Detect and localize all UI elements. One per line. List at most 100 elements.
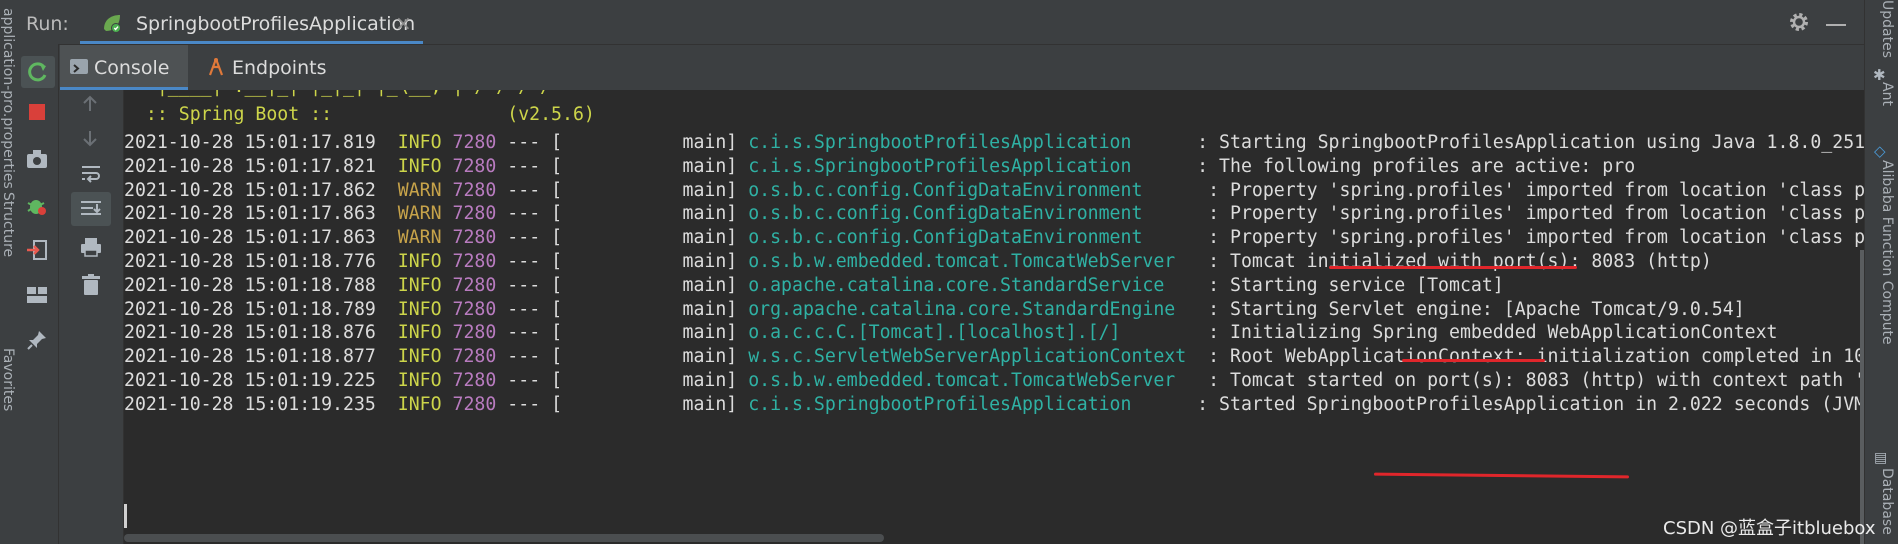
rerun-icon[interactable] xyxy=(21,56,55,88)
log-logger: w.s.c.ServletWebServerApplicationContext xyxy=(748,346,1198,368)
log-level: INFO xyxy=(397,298,442,320)
log-timestamp: 2021-10-28 15:01:19.235 xyxy=(124,393,376,415)
log-thread: --- [ main] xyxy=(507,274,738,296)
log-level: INFO xyxy=(397,274,442,296)
alibaba-icon: ◇ xyxy=(1874,142,1886,160)
horizontal-scrollbar[interactable] xyxy=(124,534,884,542)
database-icon: ▤ xyxy=(1874,450,1888,466)
log-level: INFO xyxy=(397,393,442,415)
log-thread: --- [ main] xyxy=(507,393,738,415)
log-pid: 7280 xyxy=(452,274,497,296)
log-level: INFO xyxy=(397,155,442,177)
log-message: : Starting SpringbootProfilesApplication… xyxy=(1197,132,1864,153)
log-pid: 7280 xyxy=(452,251,497,272)
log-thread: --- [ main] xyxy=(507,346,738,368)
log-message: : Root WebApplicationContext: initializa… xyxy=(1208,346,1864,368)
log-timestamp: 2021-10-28 15:01:17.862 xyxy=(124,179,376,201)
log-thread: --- [ main] xyxy=(507,370,738,391)
tab-console-label: Console xyxy=(94,57,170,79)
banner-partial: |____| .__|_| |_|_| |_\__, | / / / / xyxy=(124,90,551,104)
tab-endpoints-label: Endpoints xyxy=(232,57,327,79)
soft-wrap-icon[interactable] xyxy=(79,162,103,188)
right-strip-updates[interactable]: Updates xyxy=(1879,0,1895,58)
log-message: : Started SpringbootProfilesApplication … xyxy=(1197,393,1864,415)
log-timestamp: 2021-10-28 15:01:18.776 xyxy=(124,251,376,272)
log-pid: 7280 xyxy=(452,155,497,177)
text-caret xyxy=(124,504,127,528)
log-logger: o.s.b.c.config.ConfigDataEnvironment xyxy=(748,179,1198,201)
log-pid: 7280 xyxy=(452,346,497,368)
log-message: : Property 'spring.profiles' imported fr… xyxy=(1208,179,1864,201)
spring-boot-icon xyxy=(100,11,124,35)
console-output[interactable]: |____| .__|_| |_|_| |_\__, | / / / / :: … xyxy=(124,90,1864,544)
log-timestamp: 2021-10-28 15:01:17.821 xyxy=(124,155,376,177)
run-label: Run: xyxy=(26,13,69,35)
log-level: INFO xyxy=(397,346,442,368)
log-logger: o.s.b.w.embedded.tomcat.TomcatWebServer xyxy=(748,251,1198,272)
log-level: WARN xyxy=(397,227,442,249)
log-thread: --- [ main] xyxy=(507,203,738,225)
log-timestamp: 2021-10-28 15:01:18.876 xyxy=(124,322,376,344)
log-pid: 7280 xyxy=(452,370,497,391)
log-thread: --- [ main] xyxy=(507,155,738,177)
log-timestamp: 2021-10-28 15:01:17.863 xyxy=(124,227,376,249)
trash-icon[interactable] xyxy=(80,273,102,301)
log-message: : Starting Servlet engine: [Apache Tomca… xyxy=(1208,298,1745,320)
log-message: : Initializing Spring embedded WebApplic… xyxy=(1208,322,1778,344)
log-level: WARN xyxy=(397,179,442,201)
log-timestamp: 2021-10-28 15:01:19.225 xyxy=(124,370,376,391)
left-strip-label[interactable]: Favorites xyxy=(0,348,16,411)
log-level: INFO xyxy=(397,322,442,344)
log-timestamp: 2021-10-28 15:01:17.863 xyxy=(124,203,376,225)
close-icon[interactable]: × xyxy=(395,11,412,35)
log-level: INFO xyxy=(397,132,442,153)
debug-bug-icon[interactable] xyxy=(25,194,49,222)
log-logger: o.s.b.c.config.ConfigDataEnvironment xyxy=(748,227,1198,249)
log-pid: 7280 xyxy=(452,203,497,225)
log-logger: org.apache.catalina.core.StandardEngine xyxy=(748,298,1198,320)
right-strip-database[interactable]: Database xyxy=(1879,468,1895,535)
log-pid: 7280 xyxy=(452,298,497,320)
log-line: 2021-10-28 15:01:19.235 INFO 7280 --- [ … xyxy=(124,394,1864,422)
annotation-underline xyxy=(1402,359,1545,362)
annotation-underline xyxy=(1329,266,1577,269)
watermark: CSDN @蓝盒子itbluebox xyxy=(1663,518,1876,539)
minimize-icon[interactable] xyxy=(1826,24,1846,26)
print-icon[interactable] xyxy=(79,236,103,262)
log-message: : The following profiles are active: pro xyxy=(1197,155,1636,177)
run-tab-title: SpringbootProfilesApplication xyxy=(136,13,416,35)
tab-endpoints[interactable]: Endpoints xyxy=(204,45,334,90)
log-logger: c.i.s.SpringbootProfilesApplication xyxy=(748,155,1187,177)
spring-boot-banner: :: Spring Boot :: (v2.5.6) xyxy=(124,104,595,125)
console-icon xyxy=(70,59,88,74)
log-logger: c.i.s.SpringbootProfilesApplication xyxy=(748,393,1187,415)
left-tool-strip: application-pro.properties Structure Fav… xyxy=(0,0,19,544)
arrow-up-icon[interactable] xyxy=(79,93,101,119)
right-strip-ant[interactable]: Ant xyxy=(1879,82,1895,106)
gear-icon[interactable] xyxy=(1788,11,1810,37)
right-tool-strip: Updates ✱ Ant ◇ Alibaba Function Compute… xyxy=(1864,0,1898,544)
annotation-underline xyxy=(1373,472,1630,479)
log-thread: --- [ main] xyxy=(507,322,738,344)
stop-icon[interactable] xyxy=(29,104,45,120)
log-level: WARN xyxy=(397,203,442,225)
run-tool-window-header: Run: SpringbootProfilesApplication × xyxy=(18,0,1864,45)
exit-icon[interactable] xyxy=(25,238,49,266)
layout-icon[interactable] xyxy=(25,284,49,310)
left-strip-label: application-pro.properties xyxy=(0,8,16,189)
camera-icon[interactable] xyxy=(25,148,49,174)
log-pid: 7280 xyxy=(452,322,497,344)
log-timestamp: 2021-10-28 15:01:18.788 xyxy=(124,274,376,296)
log-timestamp: 2021-10-28 15:01:17.819 xyxy=(124,132,376,153)
right-strip-alibaba[interactable]: Alibaba Function Compute xyxy=(1879,160,1895,345)
pin-icon[interactable] xyxy=(25,328,49,356)
log-message: : Starting service [Tomcat] xyxy=(1208,274,1504,296)
left-strip-label[interactable]: Structure xyxy=(0,192,16,257)
tab-console[interactable]: Console xyxy=(60,45,188,90)
log-logger: o.a.c.c.C.[Tomcat].[localhost].[/] xyxy=(748,322,1198,344)
scroll-to-end-icon[interactable] xyxy=(71,192,111,226)
log-thread: --- [ main] xyxy=(507,179,738,201)
arrow-down-icon[interactable] xyxy=(79,127,101,153)
log-message: : Property 'spring.profiles' imported fr… xyxy=(1208,203,1864,225)
run-config-tab[interactable]: SpringbootProfilesApplication × xyxy=(80,0,423,44)
